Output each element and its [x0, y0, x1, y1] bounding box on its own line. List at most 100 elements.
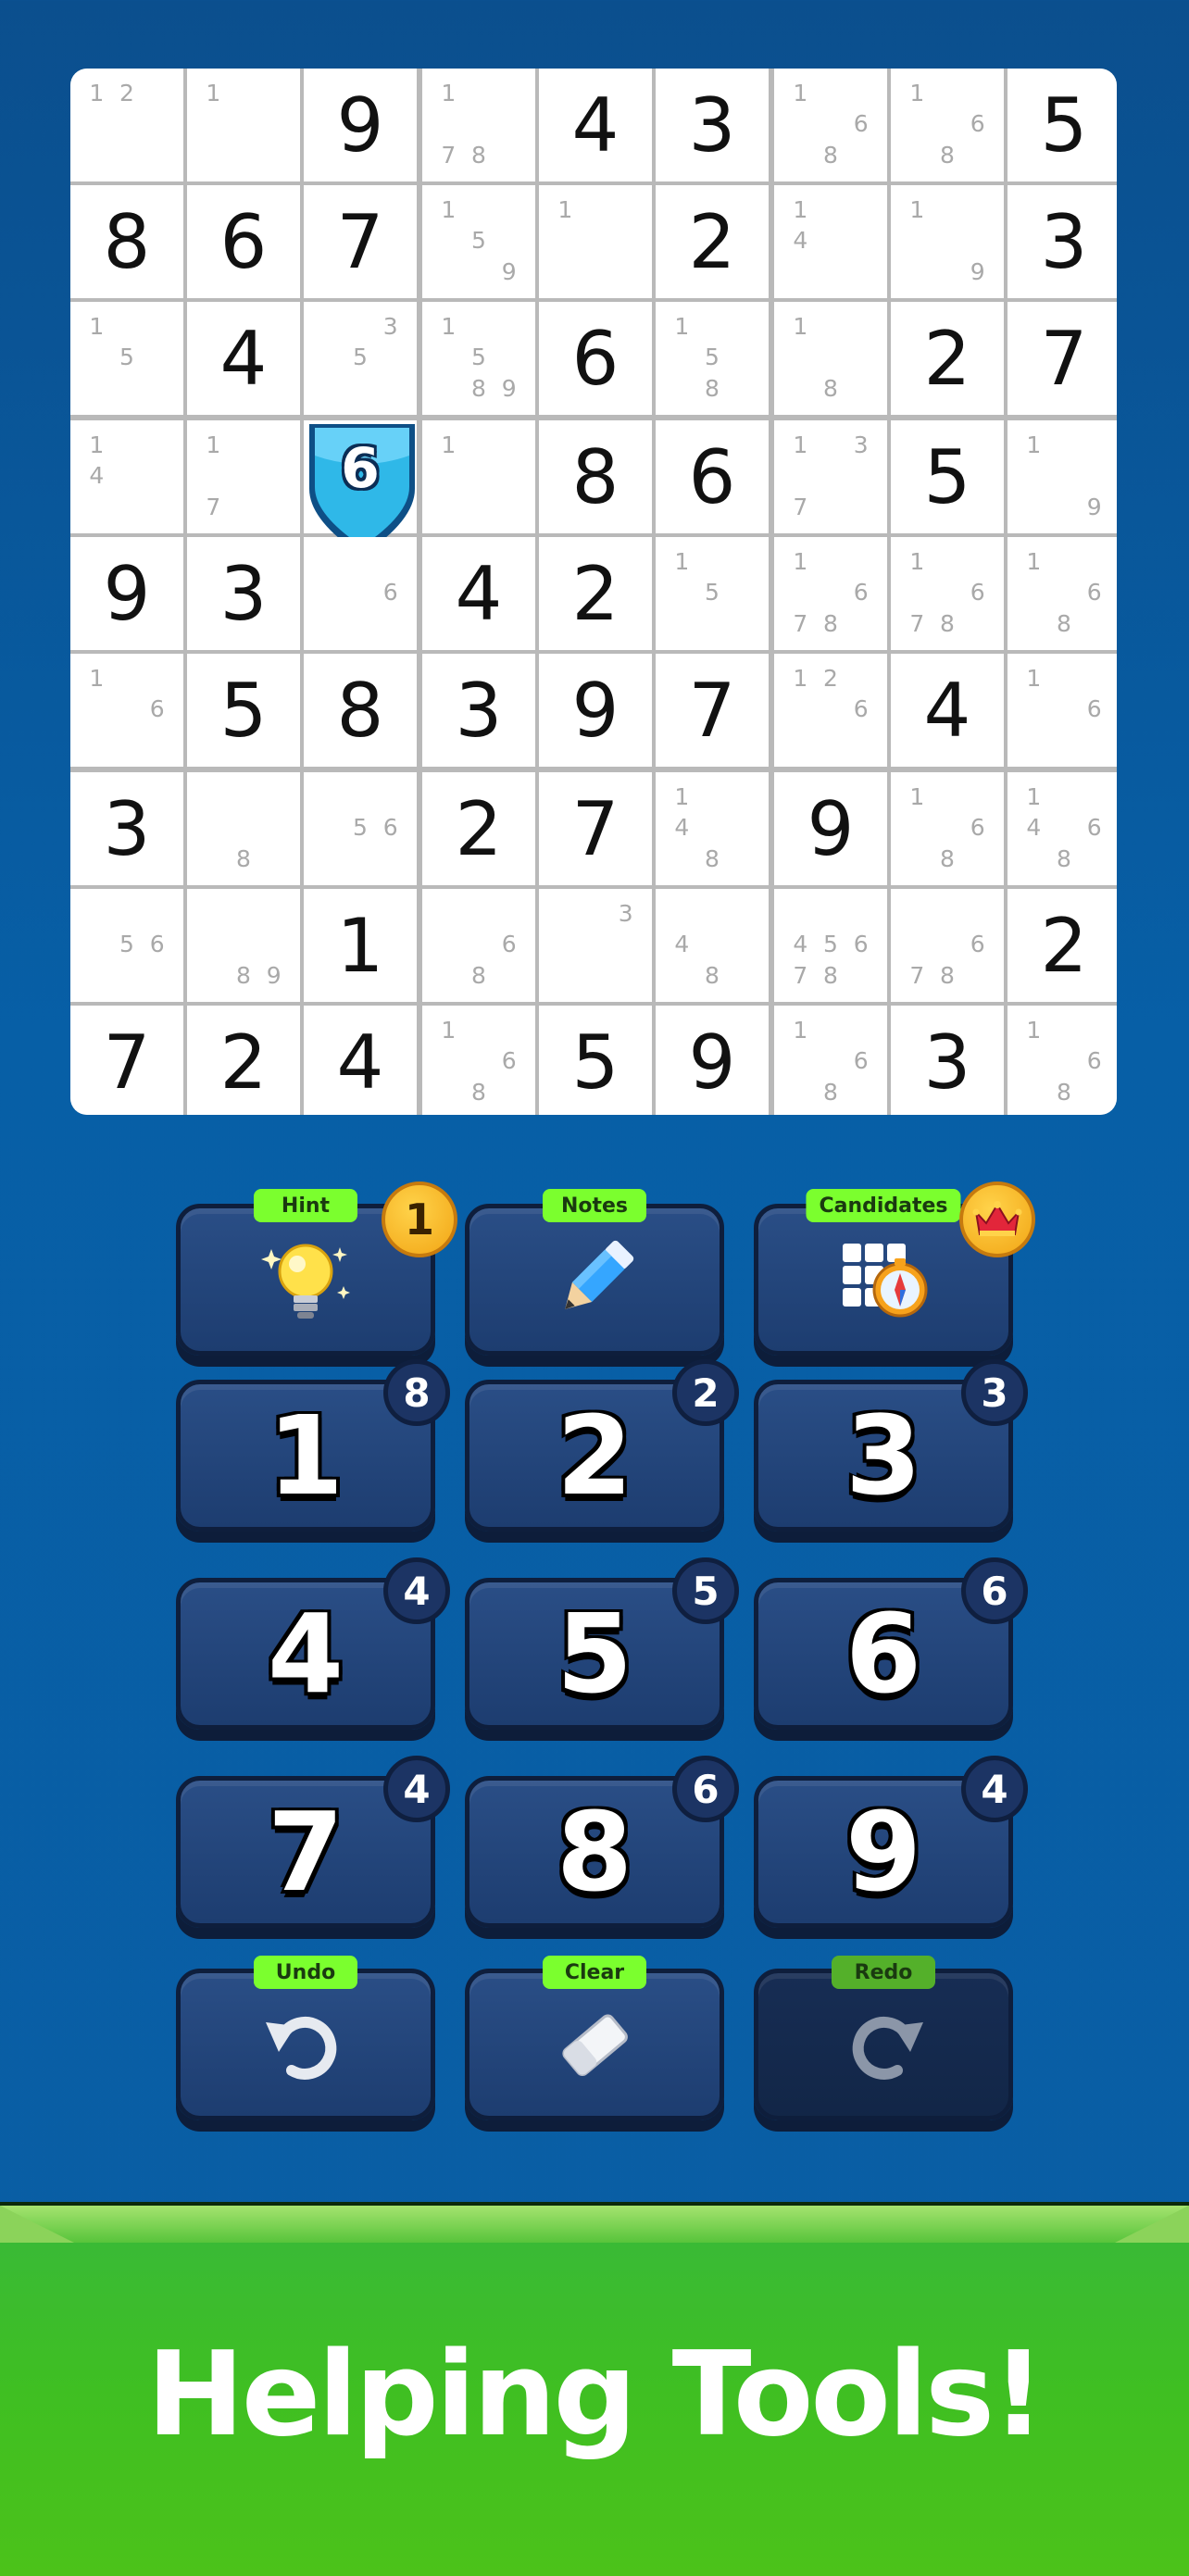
sudoku-cell[interactable]: 1 68	[891, 772, 1004, 885]
sudoku-cell[interactable]: 1 68	[1008, 537, 1117, 650]
sudoku-cell[interactable]: 15	[70, 302, 183, 415]
sudoku-cell[interactable]: 15	[656, 537, 769, 650]
sudoku-cell[interactable]: 9	[70, 537, 183, 650]
sudoku-cell[interactable]: 16	[70, 654, 183, 767]
note-digit	[81, 960, 112, 991]
sudoku-cell[interactable]: 2	[656, 185, 769, 298]
sudoku-cell[interactable]: 2	[1008, 889, 1117, 1002]
sudoku-cell[interactable]: 4	[304, 1006, 417, 1115]
sudoku-cell[interactable]: 5	[187, 654, 300, 767]
sudoku-cell[interactable]: 4	[539, 69, 652, 181]
sudoku-cell[interactable]: 16	[1008, 654, 1117, 767]
sudoku-cell[interactable]: 56	[304, 772, 417, 885]
sudoku-cell[interactable]: 1	[539, 185, 652, 298]
sudoku-cell[interactable]: 1 68	[774, 1006, 887, 1115]
sudoku-cell[interactable]: 7	[1008, 302, 1117, 415]
note-digit	[932, 225, 963, 256]
sudoku-cell[interactable]: 4	[187, 302, 300, 415]
sudoku-cell[interactable]: 8	[187, 772, 300, 885]
sudoku-cell[interactable]: 15 8	[656, 302, 769, 415]
sudoku-cell[interactable]: 3	[187, 537, 300, 650]
sudoku-cell[interactable]: 5	[539, 1006, 652, 1115]
sudoku-cell[interactable]: 1 78	[422, 69, 535, 181]
sudoku-cell[interactable]: 1 68	[891, 69, 1004, 181]
note-digit	[345, 311, 376, 342]
sudoku-cell[interactable]: 1 68	[774, 69, 887, 181]
sudoku-cell[interactable]: 35	[304, 302, 417, 415]
redo-button[interactable]	[754, 1969, 1013, 2120]
sudoku-cell[interactable]: 3	[1008, 185, 1117, 298]
sudoku-cell[interactable]: 12	[70, 69, 183, 181]
sudoku-cell[interactable]: 17	[187, 420, 300, 533]
sudoku-cell[interactable]: 5	[1008, 69, 1117, 181]
sudoku-cell[interactable]: 6	[539, 302, 652, 415]
sudoku-cell[interactable]: 8	[70, 185, 183, 298]
sudoku-cell[interactable]: 1678	[774, 537, 887, 650]
sudoku-cell[interactable]: 6	[304, 537, 417, 650]
note-digit	[345, 546, 376, 577]
sudoku-cell[interactable]: 9	[774, 772, 887, 885]
sudoku-cell[interactable]: 126	[774, 654, 887, 767]
notes-button[interactable]	[465, 1204, 724, 1356]
sudoku-cell[interactable]: 3	[70, 772, 183, 885]
sudoku-cell[interactable]: 6	[656, 420, 769, 533]
note-digit	[902, 844, 932, 874]
sudoku-cell[interactable]: 4	[422, 537, 535, 650]
undo-button[interactable]	[176, 1969, 435, 2120]
sudoku-cell[interactable]: 1	[187, 69, 300, 181]
cell-digit: 5	[571, 1019, 620, 1106]
sudoku-cell[interactable]: 1589	[422, 302, 535, 415]
sudoku-cell[interactable]: 1	[422, 420, 535, 533]
sudoku-cell[interactable]: 18	[774, 302, 887, 415]
sudoku-cell[interactable]: 2	[187, 1006, 300, 1115]
sudoku-cell[interactable]: 89	[187, 889, 300, 1002]
note-digit	[727, 844, 757, 874]
sudoku-cell[interactable]: 1 68	[1008, 1006, 1117, 1115]
sudoku-cell[interactable]: 1 48	[656, 772, 769, 885]
clear-button[interactable]	[465, 1969, 724, 2120]
sudoku-cell[interactable]: 5	[891, 420, 1004, 533]
sudoku-cell[interactable]: 3	[422, 654, 535, 767]
sudoku-cell[interactable]: 3	[656, 69, 769, 181]
sudoku-cell[interactable]: 7	[70, 1006, 183, 1115]
sudoku-cell[interactable]: 3	[539, 889, 652, 1002]
sudoku-cell[interactable]: 2	[422, 772, 535, 885]
sudoku-cell[interactable]: 456 78	[774, 889, 887, 1002]
sudoku-cell[interactable]: 9	[304, 69, 417, 181]
note-digit	[142, 492, 172, 522]
note-digit	[962, 546, 993, 577]
sudoku-cell[interactable]: 14	[774, 185, 887, 298]
note-digit: 1	[909, 548, 925, 576]
sudoku-cell[interactable]: 56	[70, 889, 183, 1002]
sudoku-cell[interactable]: 7	[539, 772, 652, 885]
note-digit: 8	[823, 1078, 838, 1106]
sudoku-cell[interactable]: 9	[656, 1006, 769, 1115]
sudoku-cell[interactable]: 7	[304, 185, 417, 298]
sudoku-cell[interactable]: 4	[891, 654, 1004, 767]
sudoku-cell[interactable]: 3	[891, 1006, 1004, 1115]
sudoku-cell[interactable]: 48	[656, 889, 769, 1002]
sudoku-cell[interactable]: 1 68	[422, 1006, 535, 1115]
sudoku-cell[interactable]: 1 3 7	[774, 420, 887, 533]
sudoku-cell[interactable]: 19	[1008, 420, 1117, 533]
sudoku-cell[interactable]: 1 4 68	[1008, 772, 1117, 885]
sudoku-cell[interactable]: 159	[422, 185, 535, 298]
sudoku-cell[interactable]: 2	[539, 537, 652, 650]
sudoku-cell[interactable]: 9	[539, 654, 652, 767]
sudoku-cell[interactable]: 6	[304, 420, 417, 556]
sudoku-cell[interactable]: 6	[187, 185, 300, 298]
sudoku-cell[interactable]: 1678	[891, 537, 1004, 650]
sudoku-cell[interactable]: 1	[304, 889, 417, 1002]
sudoku-cell[interactable]: 19	[891, 185, 1004, 298]
note-digit	[112, 311, 143, 342]
note-digit	[845, 311, 876, 342]
sudoku-cell[interactable]: 6 78	[891, 889, 1004, 1002]
sudoku-cell[interactable]: 14	[70, 420, 183, 533]
sudoku-cell[interactable]: 2	[891, 302, 1004, 415]
sudoku-cell[interactable]: 7	[656, 654, 769, 767]
note-digit: 6	[853, 110, 869, 138]
sudoku-cell[interactable]: 8	[539, 420, 652, 533]
sudoku-cell[interactable]: 68	[422, 889, 535, 1002]
sudoku-cell[interactable]: 8	[304, 654, 417, 767]
note-digit	[667, 960, 697, 991]
